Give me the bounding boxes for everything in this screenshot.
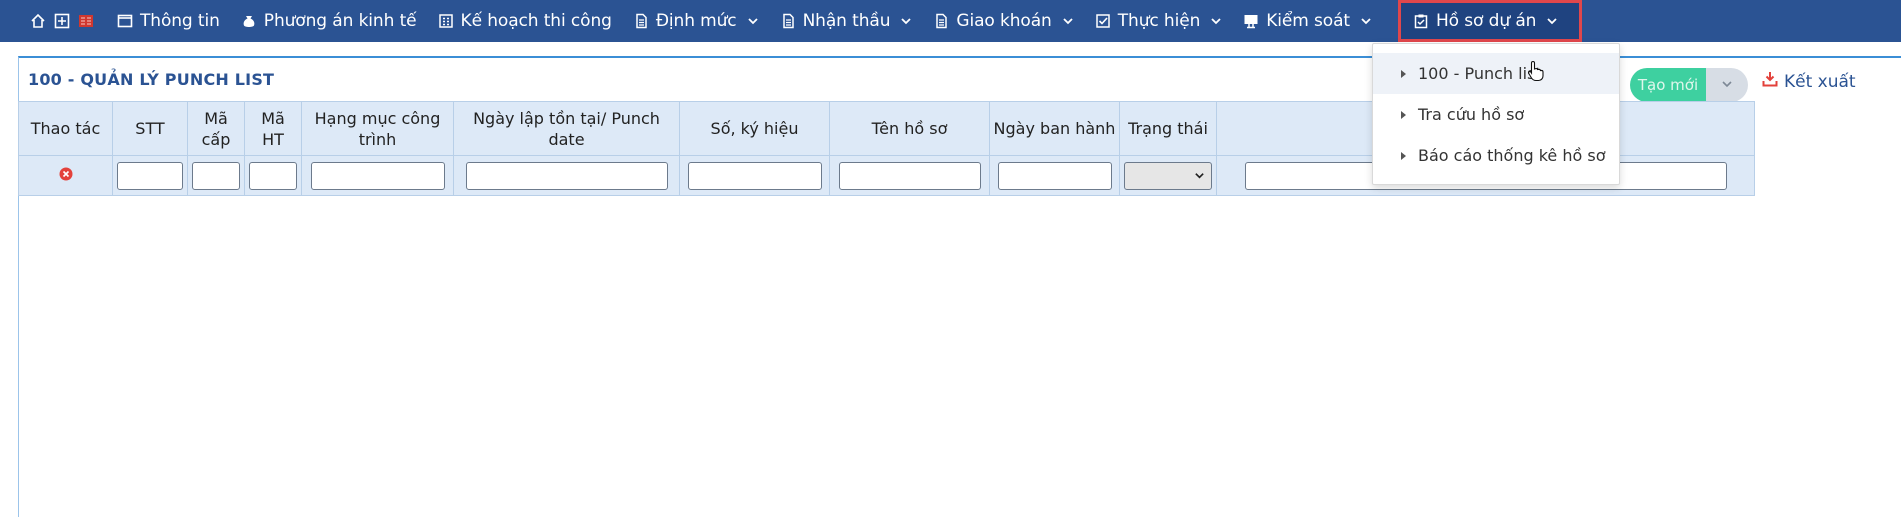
filter-stt-input[interactable]: [117, 161, 183, 190]
column-header: Thao tác: [18, 101, 113, 156]
nav-label: Nhận thầu: [802, 11, 891, 31]
filter-cell: [244, 155, 302, 196]
nav-label: Hồ sơ dự án: [1436, 11, 1537, 31]
create-options-toggle[interactable]: [1706, 68, 1748, 102]
caret-right-icon: [1401, 151, 1406, 160]
filter-punch-date-input[interactable]: [465, 161, 668, 190]
nav-ke-hoach-thi-cong[interactable]: Kế hoạch thi công: [429, 0, 624, 42]
filter-cell: [989, 155, 1120, 196]
filter-cell: [679, 155, 830, 196]
document-icon: [932, 12, 950, 30]
column-header: Trạng thái: [1119, 101, 1217, 156]
expand-icon[interactable]: [54, 13, 70, 29]
column-header: Ngày lập tồn tại/ Punch date: [453, 101, 680, 156]
clear-filter-icon[interactable]: [59, 166, 73, 180]
column-header: Hạng mục công trình: [301, 101, 454, 156]
nav-label: Định mức: [655, 11, 737, 31]
column-header: Ngày ban hành: [989, 101, 1120, 156]
page-title: 100 - QUẢN LÝ PUNCH LIST: [28, 70, 275, 89]
filter-cell: [829, 155, 990, 196]
nav-ho-so-du-an[interactable]: Hồ sơ dự án: [1398, 0, 1583, 42]
dropdown-item-label: 100 - Punch list: [1418, 64, 1542, 83]
column-header: Mã HT: [244, 101, 302, 156]
nav-label: Kế hoạch thi công: [460, 11, 612, 31]
document-icon: [632, 12, 650, 30]
filter-ma-cap-input[interactable]: [192, 161, 240, 190]
window-icon: [116, 12, 134, 30]
column-header: Tên hồ sơ: [829, 101, 990, 156]
chevron-down-icon: [900, 15, 912, 27]
nav-label: Thông tin: [140, 11, 220, 31]
create-button-group: Tạo mới: [1630, 68, 1748, 102]
filter-cell: [301, 155, 454, 196]
column-header: STT: [112, 101, 188, 156]
nav-label: Thực hiện: [1117, 11, 1201, 31]
filter-ma-ht-input[interactable]: [249, 161, 297, 190]
chevron-down-icon: [1721, 75, 1733, 95]
filter-hang-muc-input[interactable]: [310, 161, 445, 190]
caret-right-icon: [1401, 69, 1406, 78]
clipboard-check-icon: [1412, 12, 1430, 30]
nav-thong-tin[interactable]: Thông tin: [108, 0, 232, 42]
filter-cell: [187, 155, 245, 196]
hand-pointer-icon: [1527, 60, 1545, 87]
chevron-down-icon: [1546, 15, 1558, 27]
filter-cell: [453, 155, 680, 196]
dropdown-item-bao-cao[interactable]: Báo cáo thống kê hồ sơ: [1373, 135, 1619, 176]
nav-label: Kiểm soát: [1266, 11, 1350, 31]
filter-cell: [18, 155, 113, 196]
nav-giao-khoan[interactable]: Giao khoán: [924, 0, 1085, 42]
nav-thuc-hien[interactable]: Thực hiện: [1086, 0, 1235, 42]
filter-trang-thai-select[interactable]: [1124, 161, 1212, 190]
chevron-down-icon: [747, 15, 759, 27]
document-icon: [779, 12, 797, 30]
nav-home-group: [30, 13, 94, 29]
ho-so-du-an-dropdown: 100 - Punch list Tra cứu hồ sơ Báo cáo t…: [1372, 43, 1620, 185]
top-navbar: Thông tin Phương án kinh tế Kế hoạch thi…: [0, 0, 1901, 42]
nav-dinh-muc[interactable]: Định mức: [624, 0, 771, 42]
caret-right-icon: [1401, 110, 1406, 119]
nav-label: Phương án kinh tế: [263, 11, 417, 31]
chevron-down-icon: [1194, 166, 1205, 186]
column-header: Mã cấp: [187, 101, 245, 156]
nav-nhan-thau[interactable]: Nhận thầu: [771, 0, 925, 42]
filter-cell: [1119, 155, 1217, 196]
money-bag-icon: [240, 12, 258, 30]
chevron-down-icon: [1062, 15, 1074, 27]
dropdown-item-tra-cuu[interactable]: Tra cứu hồ sơ: [1373, 94, 1619, 135]
filter-cell: [112, 155, 188, 196]
nav-phuong-an-kinh-te[interactable]: Phương án kinh tế: [232, 0, 429, 42]
dropdown-item-label: Báo cáo thống kê hồ sơ: [1418, 146, 1606, 165]
filter-ten-ho-so-input[interactable]: [838, 161, 981, 190]
export-button[interactable]: Kết xuất: [1762, 71, 1856, 92]
home-icon[interactable]: [30, 13, 46, 29]
nav-kiem-soat[interactable]: Kiểm soát: [1234, 0, 1384, 42]
export-label: Kết xuất: [1784, 71, 1856, 92]
dropdown-item-label: Tra cứu hồ sơ: [1418, 105, 1525, 124]
chevron-down-icon: [1210, 15, 1222, 27]
column-header: Số, ký hiệu: [679, 101, 830, 156]
dropdown-item-punch-list[interactable]: 100 - Punch list: [1373, 53, 1619, 94]
flag-icon: [78, 13, 94, 29]
chevron-down-icon: [1360, 15, 1372, 27]
monitor-icon: [1242, 12, 1260, 30]
download-icon: [1762, 71, 1778, 92]
nav-label: Giao khoán: [956, 11, 1052, 31]
filter-so-ky-hieu-input[interactable]: [687, 161, 822, 190]
create-new-button[interactable]: Tạo mới: [1630, 68, 1706, 102]
checkbox-icon: [1094, 12, 1112, 30]
filter-ngay-ban-hanh-input[interactable]: [997, 161, 1112, 190]
calendar-grid-icon: [437, 12, 455, 30]
